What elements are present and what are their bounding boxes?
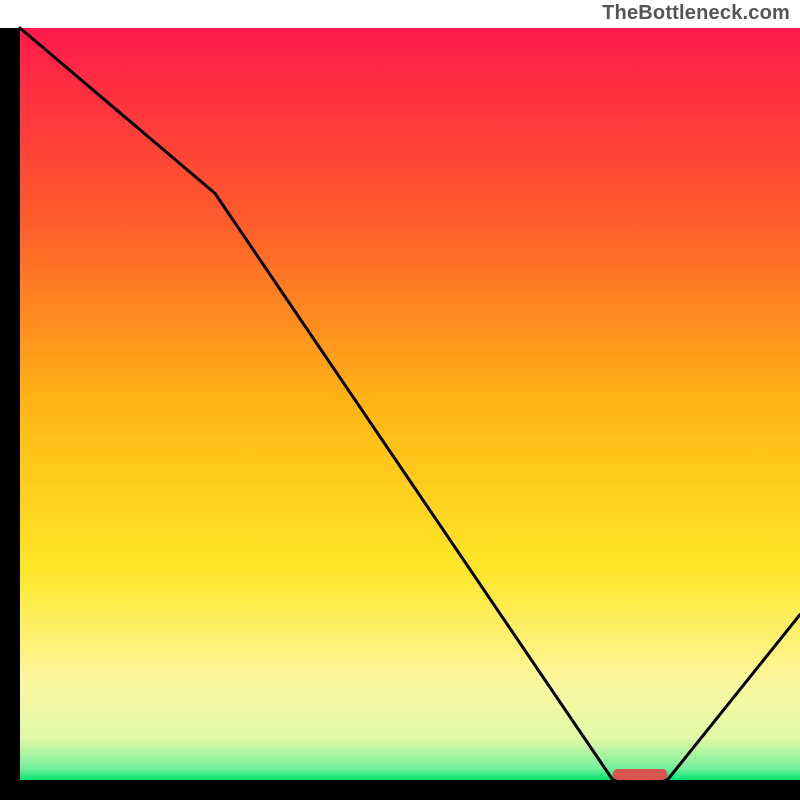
- chart-container: { "attribution": "TheBottleneck.com", "c…: [0, 0, 800, 800]
- attribution-label: TheBottleneck.com: [602, 2, 790, 25]
- x-axis: [0, 780, 800, 800]
- optimal-range-marker: [613, 769, 668, 780]
- bottleneck-chart: [0, 0, 800, 800]
- y-axis: [0, 28, 20, 800]
- plot-background: [20, 28, 800, 780]
